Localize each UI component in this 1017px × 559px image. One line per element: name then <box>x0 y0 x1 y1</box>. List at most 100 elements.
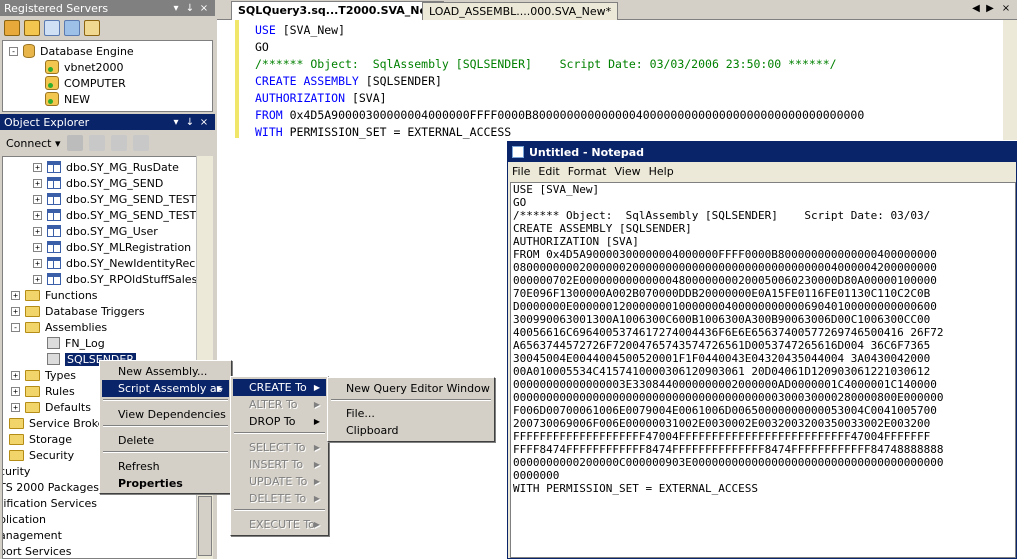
editor-scrollbar[interactable] <box>1003 20 1017 140</box>
tree-node-label: dbo.SY_MG_SEND_TEST <box>66 192 197 206</box>
tree-node-server[interactable]: NEW <box>45 91 90 107</box>
expand-icon[interactable]: + <box>33 178 42 188</box>
pin-icon[interactable]: ▾ <box>169 117 183 128</box>
expand-icon[interactable]: + <box>11 402 20 412</box>
notepad-titlebar[interactable]: Untitled - Notepad <box>508 142 1016 162</box>
tree-node-table[interactable]: + dbo.SY_MLRegistration <box>33 239 191 255</box>
tree-node-functions[interactable]: + Functions <box>11 287 98 303</box>
tree-node-storage[interactable]: Storage <box>9 431 72 447</box>
tree-node-rules[interactable]: + Rules <box>11 383 75 399</box>
tab-scroll-right-icon[interactable]: ▶ <box>983 3 997 14</box>
analysis-services-icon[interactable] <box>24 20 40 36</box>
collapse-icon[interactable]: - <box>11 322 20 332</box>
code-line: /****** Object: SqlAssembly [SQLSENDER] … <box>255 57 837 71</box>
expand-icon[interactable]: + <box>33 194 42 204</box>
expand-icon[interactable]: + <box>11 290 20 300</box>
tree-node-management[interactable]: anagement <box>3 527 62 543</box>
close-icon[interactable]: × <box>197 3 211 14</box>
menu-item-delete[interactable]: Delete <box>102 432 229 449</box>
disconnect-icon[interactable] <box>66 135 83 151</box>
notepad-line: 300990063001300A1006300C600B1006300A300B… <box>513 313 931 326</box>
reporting-services-icon[interactable] <box>44 20 60 36</box>
tree-node-server[interactable]: COMPUTER <box>45 75 126 91</box>
expand-icon[interactable]: + <box>33 258 42 268</box>
notepad-text-area[interactable]: USE [SVA_New] GO /****** Object: SqlAsse… <box>510 182 1016 558</box>
tree-node-server[interactable]: vbnet2000 <box>45 59 124 75</box>
tree-node-label: Types <box>45 368 76 382</box>
tree-node-notification-services[interactable]: tification Services <box>3 495 97 511</box>
menu-item-clipboard[interactable]: Clipboard <box>330 422 492 439</box>
database-engine-icon[interactable] <box>4 20 20 36</box>
scrollbar-thumb[interactable] <box>198 496 212 556</box>
menu-item-new-query-editor-window[interactable]: New Query Editor Window <box>330 380 492 397</box>
menu-item-view-dependencies[interactable]: View Dependencies <box>102 406 229 423</box>
table-icon <box>47 257 61 269</box>
object-explorer-scrollbar[interactable] <box>196 156 213 559</box>
tree-node-types[interactable]: + Types <box>11 367 76 383</box>
filter-icon[interactable] <box>132 135 149 151</box>
tree-node-label: dbo.SY_MG_User <box>66 224 158 238</box>
menu-item-properties[interactable]: Properties <box>102 475 229 492</box>
menu-item-refresh[interactable]: Refresh <box>102 458 229 475</box>
integration-services-icon[interactable] <box>84 20 100 36</box>
tree-node-database-engine[interactable]: - Database Engine <box>9 43 134 59</box>
tree-node-table[interactable]: + dbo.SY_MG_SEND_TEST_1 <box>33 207 209 223</box>
tab-load-assembly[interactable]: LOAD_ASSEMBL....000.SVA_New* <box>422 2 619 20</box>
menu-item-create-to[interactable]: CREATE To ▶ <box>233 379 326 396</box>
tree-node-table[interactable]: + dbo.SY_MG_User <box>33 223 158 239</box>
create-to-submenu: New Query Editor Window File... Clipboar… <box>327 377 495 442</box>
tree-node-service-broker[interactable]: Service Broker <box>9 415 109 431</box>
submenu-arrow-icon: ▶ <box>216 384 223 393</box>
menu-help[interactable]: Help <box>649 165 674 178</box>
notepad-line: 000000702E000000000000004800000000200050… <box>513 274 937 287</box>
expand-icon[interactable]: + <box>33 242 42 252</box>
tree-node-label: curity <box>2 464 31 478</box>
menu-item-file[interactable]: File... <box>330 405 492 422</box>
tree-node-table[interactable]: + dbo.SY_MG_RusDate <box>33 159 179 175</box>
expand-icon[interactable]: + <box>11 306 20 316</box>
tree-node-assemblies[interactable]: - Assemblies <box>11 319 107 335</box>
connect-button[interactable]: Connect ▾ <box>6 137 61 150</box>
tree-node-label: Database Triggers <box>45 304 145 318</box>
refresh-icon[interactable] <box>110 135 127 151</box>
tree-node-support-services[interactable]: port Services <box>3 543 71 558</box>
expand-icon[interactable]: + <box>33 226 42 236</box>
close-icon[interactable]: × <box>197 117 211 128</box>
tree-node-replication[interactable]: plication <box>3 511 46 527</box>
expand-icon[interactable]: + <box>11 370 20 380</box>
stop-icon[interactable] <box>88 135 105 151</box>
menu-item-drop-to[interactable]: DROP To ▶ <box>233 413 326 430</box>
pin-icon[interactable]: ▾ <box>169 3 183 14</box>
expand-icon[interactable]: + <box>11 386 20 396</box>
tree-node-security[interactable]: Security <box>9 447 74 463</box>
notepad-line: /****** Object: SqlAssembly [SQLSENDER] … <box>513 209 931 222</box>
menu-edit[interactable]: Edit <box>538 165 559 178</box>
menu-view[interactable]: View <box>615 165 641 178</box>
tree-node-label: dbo.SY_MG_SEND <box>66 176 164 190</box>
tree-node-database-triggers[interactable]: + Database Triggers <box>11 303 145 319</box>
autohide-icon[interactable]: ↓ <box>183 3 197 14</box>
tree-node-table[interactable]: + dbo.SY_MG_SEND <box>33 175 163 191</box>
tree-node-defaults[interactable]: + Defaults <box>11 399 91 415</box>
collapse-icon[interactable]: - <box>9 46 18 56</box>
mobile-icon[interactable] <box>64 20 80 36</box>
menu-item-new-assembly[interactable]: New Assembly... <box>102 363 229 380</box>
expand-icon[interactable]: + <box>33 162 42 172</box>
menu-item-script-assembly-as[interactable]: Script Assembly as ▶ <box>102 380 229 397</box>
tree-node-table[interactable]: + dbo.SY_RPOldStuffSales <box>33 271 197 287</box>
menu-format[interactable]: Format <box>568 165 607 178</box>
menu-file[interactable]: File <box>512 165 530 178</box>
tree-node-table[interactable]: + dbo.SY_MG_SEND_TEST <box>33 191 196 207</box>
notepad-line: A6563744572726F72004765743574726561D0053… <box>513 339 931 352</box>
tab-scroll-left-icon[interactable]: ◀ <box>969 3 983 14</box>
tree-node-table[interactable]: + dbo.SY_NewIdentityRecord <box>33 255 212 271</box>
autohide-icon[interactable]: ↓ <box>183 117 197 128</box>
expand-icon[interactable]: + <box>33 274 42 284</box>
tree-node-security-root[interactable]: curity <box>2 463 31 479</box>
tab-close-icon[interactable]: × <box>999 3 1013 14</box>
tab-sqlquery3[interactable]: SQLQuery3.sq...T2000.SVA_New <box>231 1 445 20</box>
tree-node-dts-packages[interactable]: TS 2000 Packages <box>3 479 99 495</box>
tree-node-assembly[interactable]: FN_Log <box>47 335 105 351</box>
notepad-window: Untitled - Notepad File Edit Format View… <box>507 141 1017 559</box>
expand-icon[interactable]: + <box>33 210 42 220</box>
